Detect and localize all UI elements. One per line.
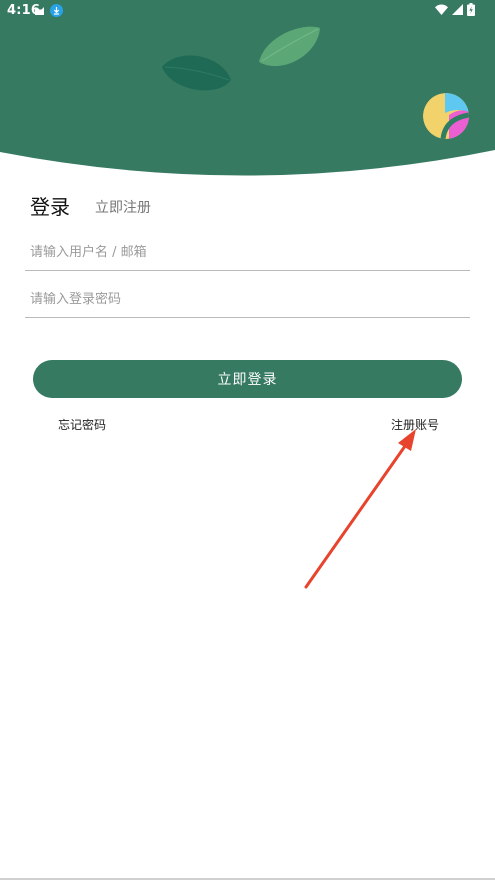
login-button[interactable]: 立即登录: [33, 360, 462, 398]
cat-notification-icon: [34, 5, 45, 20]
status-bar: 4:16: [0, 0, 495, 22]
battery-charging-icon: [467, 3, 475, 20]
username-email-input[interactable]: [25, 235, 470, 271]
tab-register[interactable]: 立即注册: [95, 197, 151, 217]
app-logo-avatar: [423, 93, 469, 139]
signal-icon: [452, 4, 463, 19]
header-banner: [0, 0, 495, 182]
password-input[interactable]: [25, 282, 470, 318]
register-account-link[interactable]: 注册账号: [391, 416, 439, 433]
wifi-icon: [435, 4, 448, 19]
login-screen: 4:16 登录 立即注册 请输入用户名 / 邮箱 立即登录 忘记密码 注册账号: [0, 0, 495, 880]
tab-login[interactable]: 登录: [30, 191, 70, 220]
forgot-password-link[interactable]: 忘记密码: [58, 416, 106, 433]
download-notification-icon: [50, 4, 63, 21]
